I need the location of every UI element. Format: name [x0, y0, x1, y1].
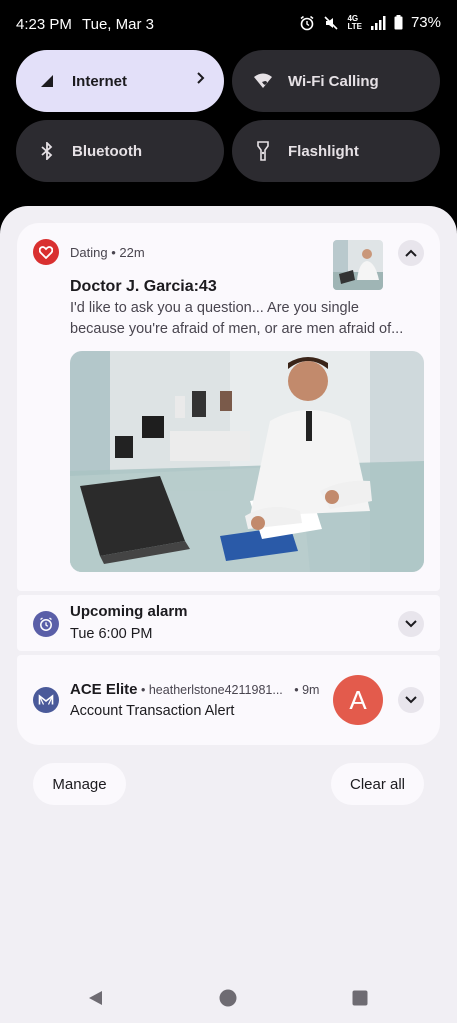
alarm-title: Upcoming alarm [70, 603, 188, 620]
alarm-expand-button[interactable] [398, 611, 424, 637]
ace-account: heatherlstone4211981... [148, 683, 283, 697]
home-icon[interactable] [219, 989, 237, 1007]
alarm-app-icon [33, 611, 59, 637]
alarm-text: Tue 6:00 PM [70, 626, 153, 642]
mute-icon [324, 15, 339, 30]
flashlight-icon [252, 140, 274, 162]
wifi-calling-icon [252, 70, 274, 92]
network-icon: 4G LTE [347, 14, 362, 31]
dating-photo [70, 351, 424, 572]
status-bar: 4:23 PM Tue, Mar 3 4G LTE 73% [0, 0, 457, 50]
dating-body-line1: I'd like to ask you a question... Are yo… [70, 300, 359, 316]
avatar: A [333, 675, 383, 725]
status-date: Tue, Mar 3 [82, 16, 154, 33]
dating-time: 22m [119, 245, 145, 260]
chevron-down-icon [405, 696, 417, 704]
dating-thumbnail [333, 240, 383, 290]
tile-flashlight[interactable]: Flashlight [232, 120, 440, 182]
signal-icon [36, 70, 58, 92]
dating-body-line2: because you're afraid of men, or are men… [70, 321, 404, 337]
tile-wifi-calling[interactable]: Wi-Fi Calling [232, 50, 440, 112]
clear-all-button[interactable]: Clear all [331, 763, 424, 805]
chevron-right-icon [196, 71, 206, 89]
status-icons: 4G LTE 73% [299, 14, 441, 31]
ace-app-name: ACE Elite [70, 681, 138, 698]
manage-button[interactable]: Manage [33, 763, 126, 805]
battery-icon [394, 15, 403, 30]
tile-label: Bluetooth [72, 142, 142, 160]
status-time: 4:23 PM [16, 16, 72, 33]
ace-time: 9m [302, 683, 320, 697]
tile-label: Internet [72, 72, 128, 90]
collapse-button[interactable] [398, 240, 424, 266]
chevron-down-icon [405, 620, 417, 628]
ace-expand-button[interactable] [398, 687, 424, 713]
dating-app-name: Dating [70, 245, 108, 260]
recents-icon[interactable] [352, 990, 368, 1006]
signal-icon [370, 15, 386, 30]
dating-title: Doctor J. Garcia:43 [70, 278, 217, 295]
back-icon[interactable] [86, 989, 104, 1007]
chevron-up-icon [405, 249, 417, 257]
tile-internet[interactable]: Internet [16, 50, 224, 112]
dating-meta: Dating • 22m [70, 245, 145, 260]
mail-app-icon [33, 687, 59, 713]
tile-label: Wi-Fi Calling [288, 72, 379, 90]
tile-label: Flashlight [288, 142, 359, 160]
alarm-icon [300, 15, 314, 30]
battery-percent: 73% [410, 14, 441, 31]
dating-body: I'd like to ask you a question... Are yo… [70, 298, 420, 340]
network-sub: LTE [347, 21, 362, 31]
tile-bluetooth[interactable]: Bluetooth [16, 120, 224, 182]
ace-text: Account Transaction Alert [70, 703, 235, 719]
dating-app-icon [33, 239, 59, 265]
bluetooth-icon [36, 140, 58, 162]
navigation-bar [0, 985, 457, 1015]
ace-meta: ACE Elite • heatherlstone4211981... • 9m [70, 681, 320, 698]
